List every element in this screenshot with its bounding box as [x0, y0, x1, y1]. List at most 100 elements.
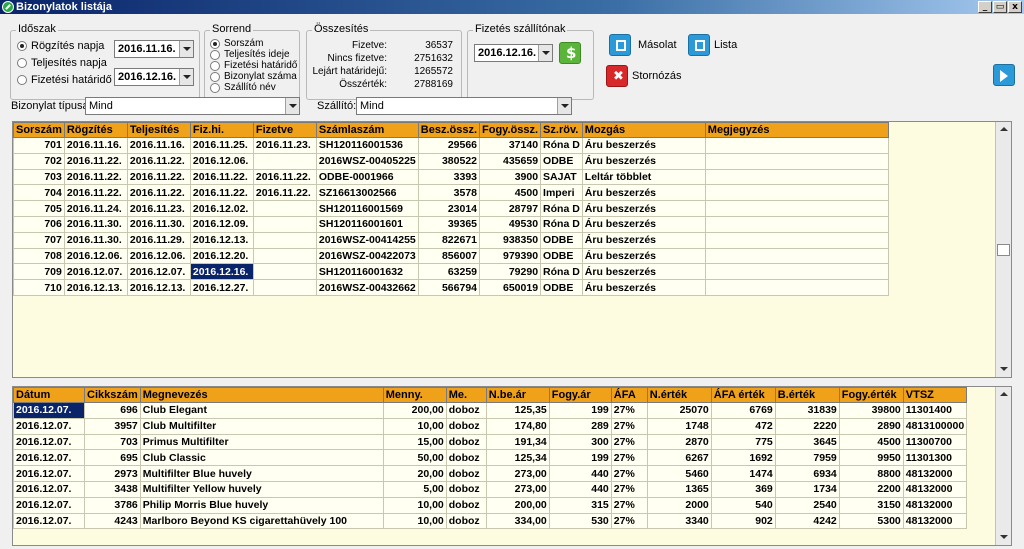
- table-cell[interactable]: 2870: [646, 433, 712, 451]
- table-cell[interactable]: [252, 152, 317, 170]
- table-cell[interactable]: 1365: [646, 480, 712, 498]
- table-cell[interactable]: 125,34: [485, 449, 550, 467]
- table-cell[interactable]: 10,00: [382, 496, 447, 514]
- col-megjegyzes[interactable]: Megjegyzés: [704, 122, 889, 138]
- table-cell[interactable]: 2016.12.27.: [189, 279, 254, 296]
- table-cell[interactable]: 2000: [646, 496, 712, 514]
- table-cell[interactable]: 50,00: [382, 449, 447, 467]
- col-vtsz[interactable]: VTSZ: [902, 387, 968, 403]
- table-cell[interactable]: 27%: [610, 402, 648, 419]
- table-cell[interactable]: doboz: [445, 402, 487, 419]
- table-cell[interactable]: 6769: [710, 402, 776, 419]
- table-cell[interactable]: 2016.12.13.: [63, 279, 128, 296]
- table-cell[interactable]: 27%: [610, 433, 648, 451]
- table-cell[interactable]: doboz: [445, 449, 487, 467]
- table-cell[interactable]: Áru beszerzés: [581, 137, 706, 154]
- table-cell[interactable]: 2016.11.30.: [63, 231, 128, 249]
- table-cell[interactable]: 2016.11.22.: [252, 168, 317, 186]
- table-cell[interactable]: 979390: [479, 247, 542, 265]
- table-cell[interactable]: 2016.12.07.: [13, 449, 85, 467]
- restore-button[interactable]: ▭: [993, 1, 1007, 13]
- table-cell[interactable]: 191,34: [485, 433, 550, 451]
- table-cell[interactable]: Club Elegant: [139, 402, 384, 419]
- col-besz-ossz[interactable]: Besz.össz.: [417, 122, 481, 138]
- chevron-down-icon[interactable]: [179, 69, 193, 85]
- payment-date-picker[interactable]: 2016.12.16.: [474, 44, 553, 62]
- storno-label[interactable]: Stornózás: [632, 70, 682, 82]
- table-cell[interactable]: 2016.11.25.: [189, 137, 254, 154]
- col-b-ertek[interactable]: B.érték: [774, 387, 840, 403]
- table-cell[interactable]: 695: [84, 449, 141, 467]
- list-button[interactable]: [688, 34, 710, 56]
- table-cell[interactable]: Marlboro Beyond KS cigarettahüvely 100: [139, 512, 384, 530]
- table-cell[interactable]: [252, 263, 317, 281]
- table-cell[interactable]: 2016.12.07.: [13, 417, 85, 435]
- table-cell[interactable]: 369: [710, 480, 776, 498]
- radio-rogzites[interactable]: Rögzítés napja: [17, 40, 104, 52]
- chevron-down-icon[interactable]: [538, 45, 552, 61]
- table-cell[interactable]: Áru beszerzés: [581, 247, 706, 265]
- table-cell[interactable]: 27%: [610, 465, 648, 482]
- table-cell[interactable]: 27%: [610, 449, 648, 467]
- next-button[interactable]: [993, 64, 1015, 86]
- table-cell[interactable]: 3438: [84, 480, 141, 498]
- col-menny[interactable]: Menny.: [382, 387, 447, 403]
- table-cell[interactable]: 3340: [646, 512, 712, 530]
- table-cell[interactable]: 775: [710, 433, 776, 451]
- table-cell[interactable]: 20,00: [382, 465, 447, 482]
- table-cell[interactable]: 701: [13, 137, 65, 154]
- table-cell[interactable]: 2016.11.22.: [126, 184, 191, 202]
- table-cell[interactable]: 29566: [417, 137, 481, 154]
- table-cell[interactable]: 5,00: [382, 480, 447, 498]
- table-cell[interactable]: 10,00: [382, 512, 447, 530]
- table-cell[interactable]: 2200: [838, 480, 904, 498]
- col-sorszam[interactable]: Sorszám: [13, 122, 65, 138]
- table-cell[interactable]: [704, 263, 889, 281]
- scroll-thumb[interactable]: [997, 244, 1010, 256]
- table-cell[interactable]: 2016.12.07.: [13, 496, 85, 514]
- copy-label[interactable]: Másolat: [638, 39, 677, 51]
- table-cell[interactable]: 706: [13, 215, 65, 233]
- table-row[interactable]: 2016.12.07. 3786 Philip Morris Blue huvely…: [13, 496, 968, 514]
- table-cell[interactable]: Leltár többlet: [581, 168, 706, 186]
- table-cell[interactable]: ODBE: [540, 152, 583, 170]
- table-cell[interactable]: 856007: [417, 247, 481, 265]
- table-cell[interactable]: 2016.11.22.: [63, 168, 128, 186]
- table-cell[interactable]: doboz: [445, 433, 487, 451]
- table-row[interactable]: 707 2016.11.30. 2016.11.29. 2016.12.13. 2016…: [13, 231, 889, 249]
- doc-type-select[interactable]: Mind: [85, 97, 300, 115]
- table-cell[interactable]: 3786: [84, 496, 141, 514]
- table-cell[interactable]: SH120116001632: [315, 263, 419, 281]
- table-cell[interactable]: 23014: [417, 200, 481, 217]
- table-cell[interactable]: 380522: [417, 152, 481, 170]
- chevron-down-icon[interactable]: [557, 98, 571, 114]
- table-cell[interactable]: Áru beszerzés: [581, 215, 706, 233]
- table-cell[interactable]: [252, 200, 317, 217]
- table-cell[interactable]: 11301300: [902, 449, 968, 467]
- table-cell[interactable]: [704, 152, 889, 170]
- table-cell[interactable]: 3150: [838, 496, 904, 514]
- table-cell[interactable]: 27%: [610, 480, 648, 498]
- radio-fizetesi-hatarido-sort[interactable]: Fizetési határidő: [210, 60, 297, 71]
- radio-icon[interactable]: [17, 75, 27, 85]
- documents-scrollbar[interactable]: [995, 122, 1011, 377]
- table-cell[interactable]: 2016.12.09.: [189, 215, 254, 233]
- table-cell[interactable]: 2016.12.07.: [13, 433, 85, 451]
- table-cell[interactable]: 6267: [646, 449, 712, 467]
- table-cell[interactable]: 703: [84, 433, 141, 451]
- table-cell[interactable]: 4243: [84, 512, 141, 530]
- table-cell[interactable]: doboz: [445, 480, 487, 498]
- table-cell[interactable]: 2016.12.20.: [189, 247, 254, 265]
- table-cell[interactable]: 2016.11.16.: [63, 137, 128, 154]
- minimize-button[interactable]: _: [978, 1, 992, 13]
- table-cell[interactable]: 9950: [838, 449, 904, 467]
- table-cell[interactable]: [704, 231, 889, 249]
- chevron-down-icon[interactable]: [285, 98, 299, 114]
- table-cell[interactable]: 79290: [479, 263, 542, 281]
- table-cell[interactable]: 709: [13, 263, 65, 281]
- table-cell[interactable]: 2016.11.22.: [126, 152, 191, 170]
- radio-teljesites[interactable]: Teljesítés napja: [17, 57, 107, 69]
- table-cell[interactable]: 300: [548, 433, 612, 451]
- table-cell[interactable]: ODBE: [540, 247, 583, 265]
- table-cell[interactable]: Club Classic: [139, 449, 384, 467]
